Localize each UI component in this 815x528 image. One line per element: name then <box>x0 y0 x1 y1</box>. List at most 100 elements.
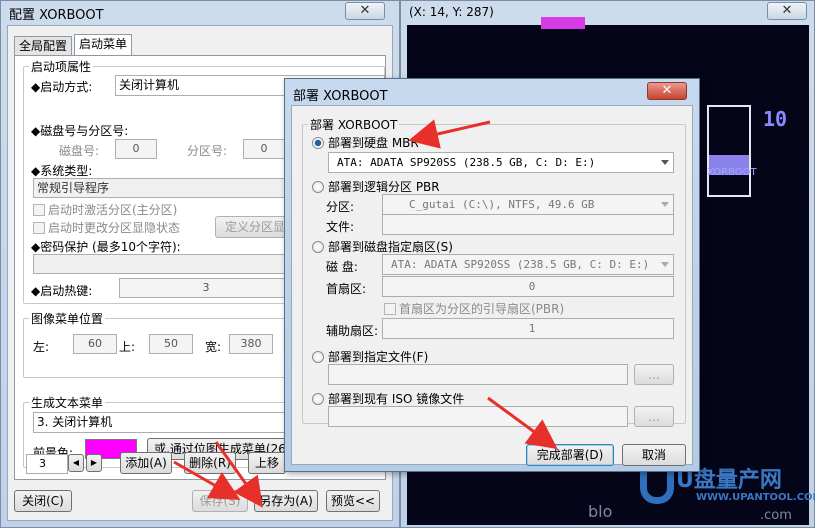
radio-icon <box>312 393 324 405</box>
sector-disk-select[interactable]: ATA: ADATA SP920SS (238.5 GB, C: D: E:) <box>382 254 674 275</box>
chk-hide[interactable]: 启动时更改分区显隐状态 <box>33 219 180 236</box>
first-is-pbr-checkbox[interactable]: 首扇区为分区的引导扇区(PBR) <box>384 300 564 317</box>
browse-iso-button[interactable]: ... <box>634 406 674 427</box>
hotkey-field[interactable]: 3 <box>119 278 293 298</box>
close-icon[interactable]: ✕ <box>647 82 687 100</box>
hotkey-label: ◆启动热键: <box>31 284 93 298</box>
option-mbr[interactable]: 部署到硬盘 MBR <box>312 134 419 151</box>
file-label: 文件: <box>326 220 355 234</box>
chevron-down-icon <box>661 202 669 207</box>
boot-props-title: 启动项属性 <box>29 58 94 75</box>
finish-deploy-button[interactable]: 完成部署(D) <box>526 444 614 466</box>
checkbox-icon <box>33 204 45 216</box>
image-pos-title: 图像菜单位置 <box>29 310 106 327</box>
option-iso[interactable]: 部署到现有 ISO 镜像文件 <box>312 390 464 407</box>
partition-value: C_gutai (C:\), NTFS, 49.6 GB <box>409 198 595 211</box>
mbr-disk-select[interactable]: ATA: ADATA SP920SS (238.5 GB, C: D: E:) <box>328 152 674 173</box>
part-no-label: 分区号: <box>187 144 228 158</box>
deploy-group-title: 部署 XORBOOT <box>308 116 400 133</box>
radio-icon <box>312 351 324 363</box>
tab-boot-menu[interactable]: 启动菜单 <box>74 34 133 56</box>
left-label: 左: <box>33 340 50 354</box>
delete-button[interactable]: 删除(R) <box>184 452 236 474</box>
radio-icon <box>312 241 324 253</box>
radio-icon <box>312 181 324 193</box>
option-file-label: 部署到指定文件(F) <box>328 350 429 364</box>
sys-type-label: ◆系统类型: <box>31 164 93 178</box>
deploy-dialog: 部署 XORBOOT ✕ 部署 XORBOOT 部署到硬盘 MBR ATA: A… <box>284 78 700 472</box>
window-title: 配置 XORBOOT <box>9 8 104 23</box>
dialog-client: 部署 XORBOOT 部署到硬盘 MBR ATA: ADATA SP920SS … <box>291 105 693 466</box>
width-field[interactable]: 380 <box>229 334 273 354</box>
spin-left-button[interactable]: ◀ <box>68 454 84 472</box>
target-file-field[interactable] <box>328 364 628 385</box>
aux-sector-label: 辅助扇区: <box>326 324 379 338</box>
chevron-right-icon: ▶ <box>90 458 98 467</box>
first-is-pbr-label: 首扇区为分区的引导扇区(PBR) <box>399 302 565 316</box>
spin-right-button[interactable]: ▶ <box>86 454 102 472</box>
iso-file-field[interactable] <box>328 406 628 427</box>
partition-label: 分区: <box>326 200 355 214</box>
save-as-button[interactable]: 另存为(A) <box>254 490 318 512</box>
radio-selected-icon <box>312 137 324 149</box>
tab-global-config[interactable]: 全局配置 <box>14 36 73 56</box>
dialog-title: 部署 XORBOOT <box>293 89 388 104</box>
password-label: ◆密码保护 (最多10个字符): <box>31 240 181 254</box>
checkbox-icon <box>384 303 396 315</box>
menu-item-value: 3. 关闭计算机 <box>37 415 113 429</box>
move-up-button[interactable]: 上移 <box>248 452 286 474</box>
logo-frame <box>707 105 751 197</box>
chk-hide-label: 启动时更改分区显隐状态 <box>48 221 181 235</box>
text-menu-title: 生成文本菜单 <box>29 394 106 411</box>
left-field[interactable]: 60 <box>73 334 117 354</box>
partition-select[interactable]: C_gutai (C:\), NTFS, 49.6 GB <box>382 194 674 215</box>
mbr-disk-value: ATA: ADATA SP920SS (238.5 GB, C: D: E:) <box>337 156 596 169</box>
top-label: 上: <box>119 340 136 354</box>
cancel-button[interactable]: 取消 <box>622 444 686 466</box>
watermark-blog-tail: .com <box>760 508 792 523</box>
part-no-field[interactable]: 0 <box>243 139 285 159</box>
chevron-down-icon <box>661 160 669 165</box>
counter-text: 10 <box>763 107 788 131</box>
item-index-field[interactable]: 3 <box>26 454 68 474</box>
chk-activate[interactable]: 启动时激活分区(主分区) <box>33 201 177 218</box>
chk-activate-label: 启动时激活分区(主分区) <box>48 203 178 217</box>
checkbox-icon <box>33 222 45 234</box>
disk-label: 磁 盘: <box>326 260 358 274</box>
option-sector-label: 部署到磁盘指定扇区(S) <box>328 240 453 254</box>
top-field[interactable]: 50 <box>149 334 193 354</box>
add-button[interactable]: 添加(A) <box>120 452 172 474</box>
width-label: 宽: <box>205 340 222 354</box>
chevron-left-icon: ◀ <box>72 458 80 467</box>
first-sector-field[interactable]: 0 <box>382 276 674 297</box>
boot-mode-value: 关闭计算机 <box>119 78 180 92</box>
password-field[interactable] <box>33 254 293 274</box>
disk-no-field[interactable]: 0 <box>115 139 157 159</box>
define-partition-button[interactable]: 定义分区显 <box>215 216 295 238</box>
boot-mode-label: ◆启动方式: <box>31 80 93 94</box>
menu-item-select[interactable]: 3. 关闭计算机 <box>33 412 293 433</box>
close-icon[interactable]: ✕ <box>345 2 385 20</box>
file-field[interactable] <box>382 214 674 235</box>
option-pbr[interactable]: 部署到逻辑分区 PBR <box>312 178 440 195</box>
option-mbr-label: 部署到硬盘 MBR <box>328 136 419 150</box>
coord-readout: (X: 14, Y: 287) <box>409 5 494 19</box>
save-button[interactable]: 保存(S) <box>192 490 248 512</box>
close-button[interactable]: 关闭(C) <box>14 490 72 512</box>
sector-disk-value: ATA: ADATA SP920SS (238.5 GB, C: D: E:) <box>391 258 650 271</box>
disk-part-label: ◆磁盘号与分区号: <box>31 124 129 138</box>
first-sector-label: 首扇区: <box>326 282 367 296</box>
option-iso-label: 部署到现有 ISO 镜像文件 <box>328 392 465 406</box>
preview-button[interactable]: 预览<< <box>326 490 380 512</box>
sys-type-select[interactable]: 常规引导程序 <box>33 178 293 198</box>
option-sector[interactable]: 部署到磁盘指定扇区(S) <box>312 238 453 255</box>
chevron-down-icon <box>661 262 669 267</box>
option-file[interactable]: 部署到指定文件(F) <box>312 348 428 365</box>
disk-no-label: 磁盘号: <box>59 144 100 158</box>
close-icon[interactable]: ✕ <box>767 2 807 20</box>
watermark-blog: blo <box>588 502 613 521</box>
aux-sector-field[interactable]: 1 <box>382 318 674 339</box>
watermark-url: WWW.UPANTOOL.COM <box>696 492 815 503</box>
browse-file-button[interactable]: ... <box>634 364 674 385</box>
option-pbr-label: 部署到逻辑分区 PBR <box>328 180 440 194</box>
